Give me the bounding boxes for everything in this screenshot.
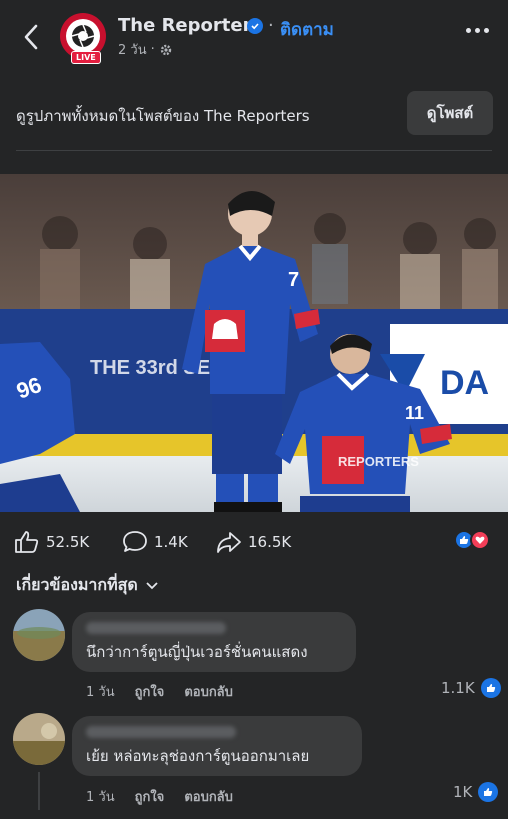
post-meta: 2 วัน · [118,39,173,60]
svg-text:11: 11 [405,403,424,423]
comment-text: นึกว่าการ์ตูนญี่ปุ่นเวอร์ชั่นคนแสดง [86,643,308,661]
comment-action[interactable]: 1.4K [122,530,188,554]
comment-count: 1.4K [154,533,188,551]
post-caption: ดูรูปภาพทั้งหมดในโพสต์ของ The Reporters [16,107,310,125]
comment-sort-dropdown[interactable]: เกี่ยวข้องมากที่สุด [16,573,158,598]
comment-bubble: เย้ย หล่อทะลุช่องการ์ตูนออกมาเลย [72,716,362,776]
comment-time: 1 วัน [86,790,115,805]
page-name[interactable]: The Reporters [118,15,262,36]
comment-like-summary[interactable]: 1K [453,782,499,802]
photo-watermark: REPORTERS [338,454,419,469]
more-icon[interactable] [466,28,489,33]
commenter-avatar[interactable] [13,713,65,765]
commenter-name-blurred [86,726,236,738]
comment-like-button[interactable]: ถูกใจ [135,786,165,807]
photo-sponsor-text: DA [440,364,489,402]
comment-like-count: 1K [453,783,473,801]
like-reaction-icon [478,782,499,802]
comment-text: เย้ย หล่อทะลุช่องการ์ตูนออกมาเลย [86,747,310,765]
comment-actions: 1 วัน ถูกใจ ตอบกลับ [86,681,233,702]
camera-shutter-icon [66,19,100,53]
comment-like-summary[interactable]: 1.1K [441,678,501,698]
globe-gear-icon [160,44,171,55]
post-header: LIVE The Reporters · ติดตาม 2 วัน · [0,0,508,76]
like-icon [15,531,39,553]
comment-icon [123,531,147,552]
chevron-down-icon [146,581,158,589]
love-reaction-icon [470,530,490,550]
post-time: 2 วัน [118,43,147,58]
comment-reply-button[interactable]: ตอบกลับ [184,681,233,702]
comment-reply-button[interactable]: ตอบกลับ [184,786,233,807]
commenter-avatar[interactable] [13,609,65,661]
like-reaction-icon [480,678,501,698]
post-photo[interactable]: THE 33rd SEA DA 96 7 REPORTERS 11 [0,174,508,512]
photo-banner-text: THE 33rd SEA [90,357,224,379]
commenter-name-blurred [86,622,226,634]
verified-icon [247,18,263,34]
share-count: 16.5K [248,533,292,551]
like-action[interactable]: 52.5K [14,530,89,554]
live-badge: LIVE [71,51,101,64]
comment-like-count: 1.1K [441,679,475,697]
separator-dot: · [268,15,274,36]
view-post-button[interactable]: ดูโพสต์ [407,91,493,135]
back-arrow-icon[interactable] [18,22,44,52]
share-action[interactable]: 16.5K [216,530,291,554]
comment-actions: 1 วัน ถูกใจ ตอบกลับ [86,786,233,807]
divider [16,150,492,151]
reply-thread-line [38,772,40,810]
reaction-summary[interactable] [454,530,490,550]
comment-time: 1 วัน [86,685,115,700]
comment-like-button[interactable]: ถูกใจ [135,681,165,702]
reaction-bar: 52.5K 1.4K 16.5K [0,522,508,558]
comment-sort-label: เกี่ยวข้องมากที่สุด [16,575,138,594]
like-count: 52.5K [46,533,90,551]
follow-button[interactable]: ติดตาม [280,16,334,43]
share-icon [217,532,241,553]
comment-bubble: นึกว่าการ์ตูนญี่ปุ่นเวอร์ชั่นคนแสดง [72,612,356,672]
svg-text:7: 7 [288,269,299,291]
